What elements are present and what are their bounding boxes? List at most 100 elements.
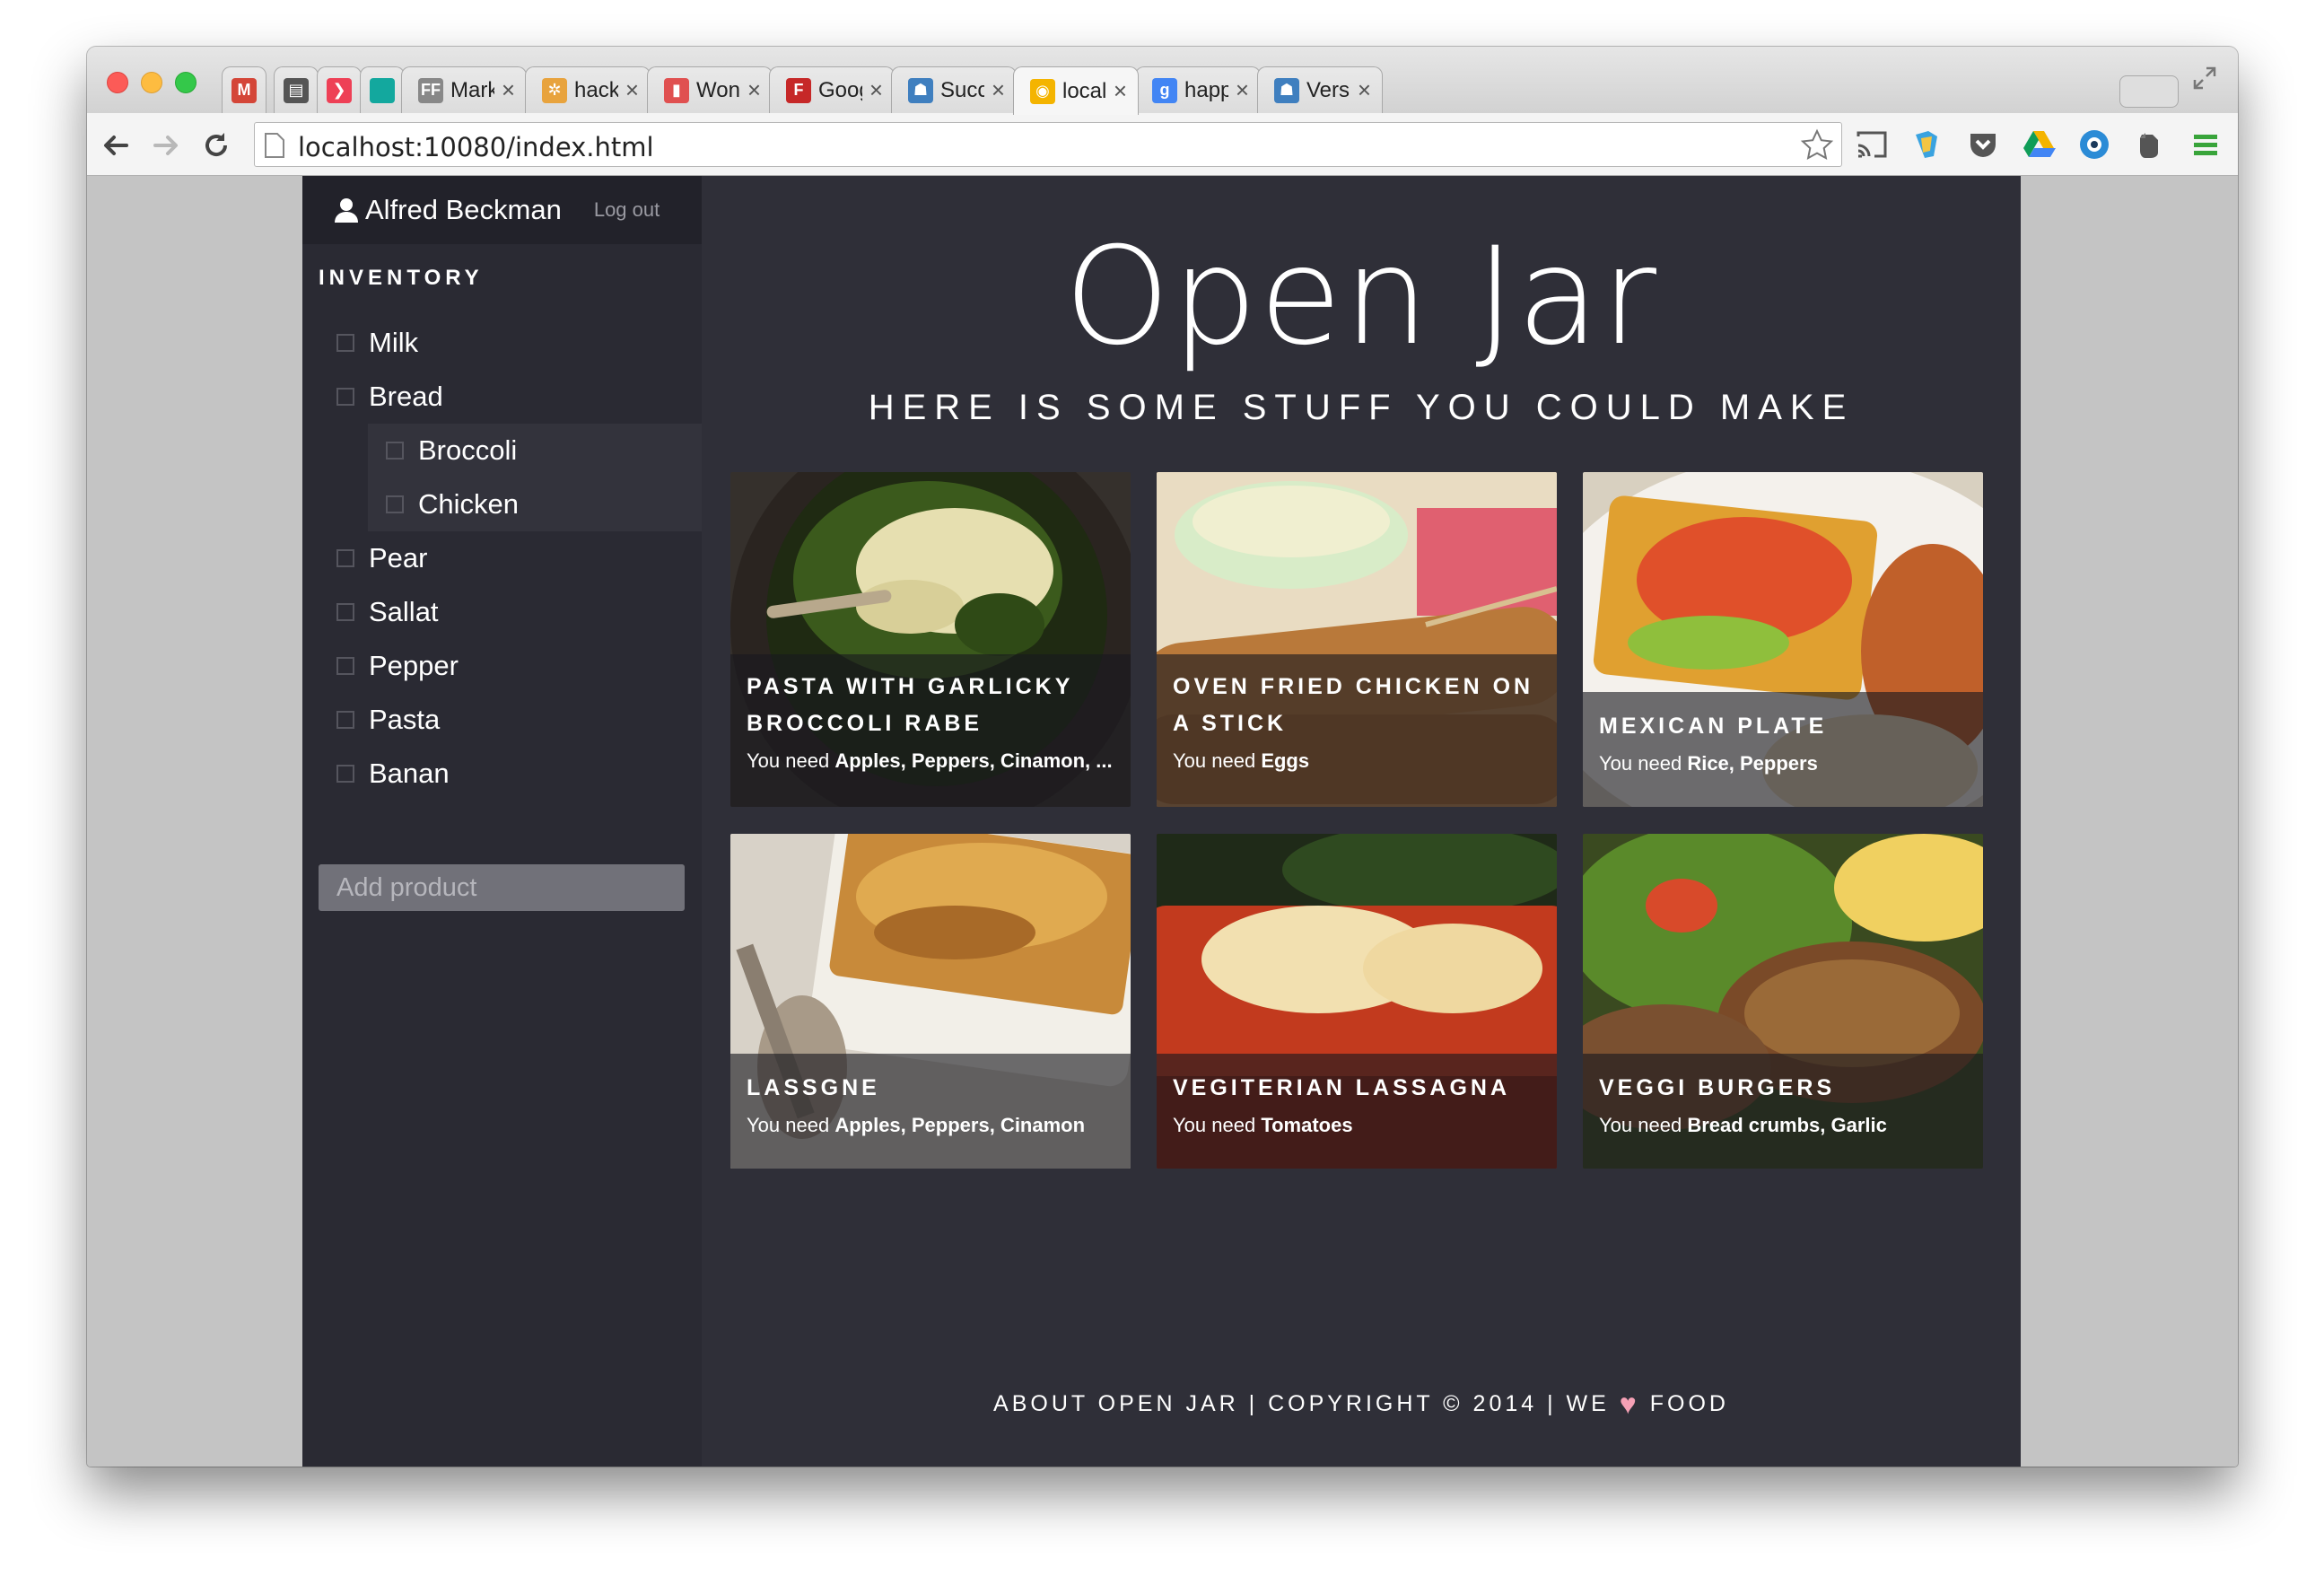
item-checkbox[interactable] (336, 549, 354, 567)
recipe-card[interactable]: Mexican plate You need Rice, Peppers (1583, 472, 1983, 807)
browser-tab[interactable]: F Google Fon × (769, 66, 895, 113)
item-label: Banan (369, 758, 450, 789)
forward-arrow-icon[interactable] (148, 127, 184, 163)
recipe-caption: Lassgne You need Apples, Peppers, Cinamon (730, 1054, 1131, 1169)
recipe-card[interactable]: Vegiterian lassagna You need Tomatoes (1157, 834, 1557, 1169)
menu-icon[interactable] (2189, 127, 2223, 162)
item-checkbox[interactable] (336, 334, 354, 352)
logout-link[interactable]: Log out (594, 198, 660, 222)
tab-label: Google Fon (818, 77, 862, 102)
browser-tab[interactable]: ❯ (317, 66, 362, 113)
inventory-item[interactable]: Bread (302, 370, 702, 424)
browser-tab[interactable]: ▤ (274, 66, 319, 113)
page-viewport: Alfred Beckman Log out INVENTORY Milk Bre… (87, 176, 2238, 1467)
recipe-caption: Veggi burgers You need Bread crumbs, Garl… (1583, 1054, 1983, 1169)
fullscreen-icon[interactable] (2191, 65, 2218, 92)
google-drive-icon[interactable] (2022, 127, 2056, 162)
recipe-needs: You need Apples, Peppers, Cinamon, ... (747, 749, 1114, 773)
inventory-item[interactable]: Pasta (302, 693, 702, 747)
browser-tab[interactable]: FF Market – Pr × (401, 66, 527, 113)
recipe-title[interactable]: Pasta with garlicky broccoli rabe (747, 669, 1114, 742)
browser-toolbar: localhost:10080/index.html (87, 113, 2238, 176)
tab-close-icon[interactable]: × (992, 76, 1005, 104)
pinwheel-icon: ✲ (542, 77, 567, 103)
ff-icon: FF (418, 77, 443, 103)
item-checkbox[interactable] (336, 657, 354, 675)
tab-close-icon[interactable]: × (747, 76, 761, 104)
zoom-window-button[interactable] (175, 72, 197, 93)
item-checkbox[interactable] (336, 711, 354, 729)
browser-tab[interactable]: ◉ localhost:1 × (1013, 66, 1139, 115)
tab-close-icon[interactable]: × (1358, 76, 1371, 104)
tab-close-icon[interactable]: × (1114, 77, 1127, 105)
evernote-icon[interactable] (2133, 127, 2167, 162)
inventory-list: Milk Bread Broccoli Chicken Pear Sallat Pepper… (302, 316, 702, 801)
browser-tab[interactable]: ☗ Versions – (× (1257, 66, 1383, 113)
needs-prefix: You need (1599, 752, 1682, 775)
item-label: Broccoli (418, 434, 518, 466)
browser-tab[interactable]: g happy food × (1135, 66, 1261, 113)
user-bar: Alfred Beckman Log out (302, 176, 702, 244)
item-label: Pear (369, 542, 428, 574)
recipe-title[interactable]: Vegiterian lassagna (1173, 1070, 1541, 1107)
browser-tab[interactable]: M (222, 66, 266, 113)
needs-prefix: You need (1599, 1114, 1682, 1136)
extension-icon[interactable] (1910, 127, 1944, 162)
needed-ingredients: Eggs (1261, 749, 1310, 772)
inventory-item[interactable]: Sallat (302, 585, 702, 639)
recipe-card[interactable]: Oven fried chicken on a stick You need Eg… (1157, 472, 1557, 807)
docs-icon: ▤ (284, 77, 309, 103)
browser-tab[interactable]: ▮ Wonky Bike × (647, 66, 773, 113)
minimize-window-button[interactable] (141, 72, 162, 93)
cast-icon[interactable] (1855, 127, 1889, 162)
address-bar[interactable]: localhost:10080/index.html (254, 122, 1842, 167)
tab-close-icon[interactable]: × (625, 76, 639, 104)
heart-icon: ♥ (1619, 1388, 1640, 1420)
bookmark-star-icon[interactable] (1800, 128, 1834, 162)
close-window-button[interactable] (107, 72, 128, 93)
recipe-title[interactable]: Oven fried chicken on a stick (1173, 669, 1541, 742)
add-product-input[interactable] (319, 864, 685, 911)
tab-label: Versions – ( (1306, 77, 1350, 102)
new-tab-button[interactable] (2119, 75, 2179, 108)
main-content: Open Jar HERE IS SOME STUFF YOU COULD MA… (702, 176, 2021, 1467)
needs-prefix: You need (747, 749, 830, 772)
tab-close-icon[interactable]: × (869, 76, 883, 104)
item-checkbox[interactable] (336, 388, 354, 406)
item-checkbox[interactable] (336, 765, 354, 783)
recipe-card[interactable]: Lassgne You need Apples, Peppers, Cinamon (730, 834, 1131, 1169)
pocket-icon[interactable] (1966, 127, 2000, 162)
inventory-heading: INVENTORY (319, 266, 484, 290)
reload-icon[interactable] (198, 127, 234, 163)
recipe-title[interactable]: Veggi burgers (1599, 1070, 1967, 1107)
page-icon (265, 133, 284, 158)
eye-extension-icon[interactable] (2077, 127, 2111, 162)
item-checkbox[interactable] (386, 495, 404, 513)
recipe-card[interactable]: Pasta with garlicky broccoli rabe You nee… (730, 472, 1131, 807)
footer-food: FOOD (1649, 1391, 1729, 1416)
recipe-title[interactable]: Mexican plate (1599, 708, 1967, 745)
browser-tab[interactable] (360, 66, 405, 113)
tab-label: Market – Pr (450, 77, 494, 102)
tab-close-icon[interactable]: × (1236, 76, 1249, 104)
tab-strip: M ▤ ❯ FF Market – Pr × ✲ hackformat × ▮ Wonky Bike… (87, 47, 2238, 115)
browser-tab[interactable]: ☗ Successfull × (891, 66, 1017, 113)
recipe-title[interactable]: Lassgne (747, 1070, 1114, 1107)
recipe-card[interactable]: Veggi burgers You need Bread crumbs, Garl… (1583, 834, 1983, 1169)
inventory-item[interactable]: Pear (302, 531, 702, 585)
inventory-item[interactable]: Pepper (302, 639, 702, 693)
browser-tab[interactable]: ✲ hackformat × (525, 66, 651, 113)
footer: ABOUT OPEN JAR | COPYRIGHT © 2014 | WE ♥… (702, 1388, 2021, 1421)
inventory-item[interactable]: Milk (302, 316, 702, 370)
inventory-item[interactable]: Banan (302, 747, 702, 801)
inventory-item[interactable]: Chicken (368, 477, 702, 531)
back-arrow-icon[interactable] (98, 127, 134, 163)
inventory-sidebar: Alfred Beckman Log out INVENTORY Milk Bre… (302, 176, 702, 1467)
tab-close-icon[interactable]: × (502, 76, 515, 104)
item-checkbox[interactable] (336, 603, 354, 621)
inventory-item[interactable]: Broccoli (368, 424, 702, 477)
item-checkbox[interactable] (386, 442, 404, 460)
bars-icon: ▮ (664, 77, 689, 103)
item-label: Pasta (369, 704, 441, 735)
recipe-needs: You need Bread crumbs, Garlic (1599, 1114, 1967, 1137)
